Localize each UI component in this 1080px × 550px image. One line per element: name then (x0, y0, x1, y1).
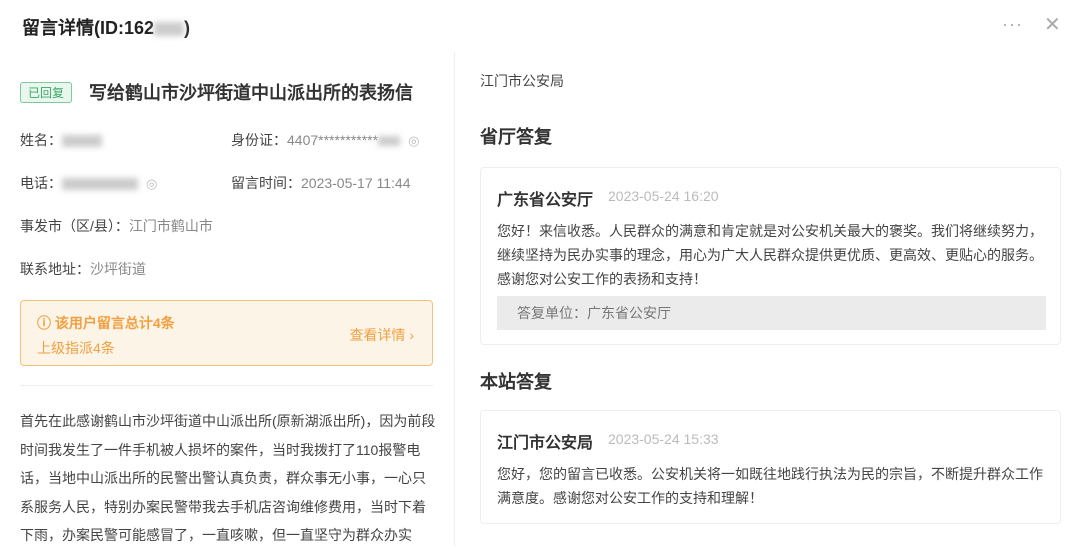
address-value: 沙坪街道 (90, 261, 146, 277)
city-field: 事发市（区/县）：江门市鹤山市 (20, 216, 213, 236)
city-label: 事发市（区/县）： (20, 218, 129, 234)
reply-text: 您好！来信收悉。人民群众的满意和肯定就是对公安机关最大的褒奖。我们将继续努力， … (497, 219, 1043, 291)
status-badge: 已回复 (20, 82, 73, 103)
more-icon[interactable]: ··· (1002, 14, 1023, 35)
province-reply-heading: 省厅答复 (480, 127, 552, 147)
reply-text: 您好，您的留言已收悉。公安机关将一如既往地践行执法为民的宗旨，不断提升群众工作 … (497, 462, 1043, 510)
close-icon[interactable]: ✕ (1044, 12, 1061, 37)
body-line: 首先在此感谢鹤山市沙坪街道中山派出所(原新湖派出所)，因为前段 (20, 413, 436, 429)
link-text: 查看详情 (349, 327, 406, 343)
message-count-notice: ⓘ 该用户留言总计4条 上级指派4条 查看详情 › (20, 300, 433, 366)
reply-line: 继续坚持为民办实事的理念，用心为广大人民群众提供更优质、更高效、更贴心的服务。 (497, 247, 1043, 263)
address-field: 联系地址：沙坪街道 (20, 259, 146, 279)
view-details-link[interactable]: 查看详情 › (349, 325, 414, 345)
redacted-id-tail (378, 136, 401, 147)
message-body: 首先在此感谢鹤山市沙坪街道中山派出所(原新湖派出所)，因为前段 时间我发生了一件… (20, 407, 435, 550)
site-reply-heading: 本站答复 (480, 372, 552, 392)
reply-time: 2023-05-24 16:20 (608, 188, 719, 204)
reply-line: 感谢您对公安工作的表扬和支持！ (497, 271, 707, 287)
notice-title: ⓘ 该用户留言总计4条 (37, 313, 175, 333)
address-label: 联系地址： (20, 261, 90, 277)
message-panel: 已回复 写给鹤山市沙坪街道中山派出所的表扬信 姓名： 身份证：4407*****… (0, 52, 455, 546)
redacted-phone (62, 178, 138, 191)
body-line: 时间我发生了一件手机被人损坏的案件，当时我拨打了110报警电 (20, 441, 421, 458)
phone-field: 电话： ◎ (20, 173, 157, 193)
time-field: 留言时间：2023-05-17 11:44 (231, 173, 411, 193)
reply-line: 您好，您的留言已收悉。公安机关将一如既往地践行执法为民的宗旨，不断提升群众工作 (497, 466, 1043, 482)
eye-icon[interactable]: ◎ (146, 176, 157, 191)
province-reply-card: 广东省公安厅 2023-05-24 16:20 您好！来信收悉。人民群众的满意和… (480, 167, 1061, 345)
eye-icon[interactable]: ◎ (408, 133, 419, 148)
reply-line: 满意度。感谢您对公安工作的支持和理解！ (497, 490, 763, 506)
name-label: 姓名： (20, 132, 62, 148)
divider (20, 385, 433, 386)
chevron-right-icon: › (409, 327, 414, 343)
site-reply-card: 江门市公安局 2023-05-24 15:33 您好，您的留言已收悉。公安机关将… (480, 410, 1061, 524)
message-title: 写给鹤山市沙坪街道中山派出所的表扬信 (89, 83, 413, 103)
info-icon: ⓘ (37, 315, 55, 331)
id-field: 身份证：4407*********** ◎ (231, 130, 419, 150)
assigned-org: 江门市公安局 (480, 73, 564, 89)
redacted-name (62, 135, 102, 148)
reply-time: 2023-05-24 15:33 (608, 431, 719, 447)
id-label: 身份证： (231, 132, 287, 148)
reply-line: 您好！来信收悉。人民群众的满意和肯定就是对公安机关最大的褒奖。我们将继续努力， (497, 223, 1043, 239)
body-line: 系服务人民，特别办案民警带我去手机店咨询维修费用，当时下着 (20, 498, 426, 515)
time-label: 留言时间： (231, 175, 301, 191)
city-value: 江门市鹤山市 (128, 218, 213, 234)
reply-org: 江门市公安局 (497, 435, 594, 452)
reply-panel: 江门市公安局 省厅答复 广东省公安厅 2023-05-24 16:20 您好！来… (456, 52, 1080, 546)
redacted-id (154, 22, 185, 37)
body-line: 下雨，办案民警可能感冒了，一直咳嗽，但一直坚守为群众办实 (20, 527, 412, 543)
notice-sub: 上级指派4条 (37, 340, 115, 356)
title-text: 留言详情(ID:162 (22, 18, 155, 38)
time-value: 2023-05-17 11:44 (301, 175, 411, 191)
id-value: 4407*********** (287, 132, 379, 148)
reply-unit: 答复单位：广东省公安厅 (497, 296, 1046, 330)
dialog-title: 留言详情(ID:162) (22, 14, 190, 40)
notice-title-text: 该用户留言总计4条 (54, 315, 175, 331)
reply-org: 广东省公安厅 (497, 192, 594, 209)
name-field: 姓名： (20, 130, 102, 150)
body-line: 话，当地中山派出所的民警出警认真负责，群众事无小事，一心只 (20, 470, 426, 486)
phone-label: 电话： (20, 175, 62, 191)
dialog-header: 留言详情(ID:162) ··· ✕ (0, 0, 1080, 52)
title-end: ) (184, 18, 191, 38)
